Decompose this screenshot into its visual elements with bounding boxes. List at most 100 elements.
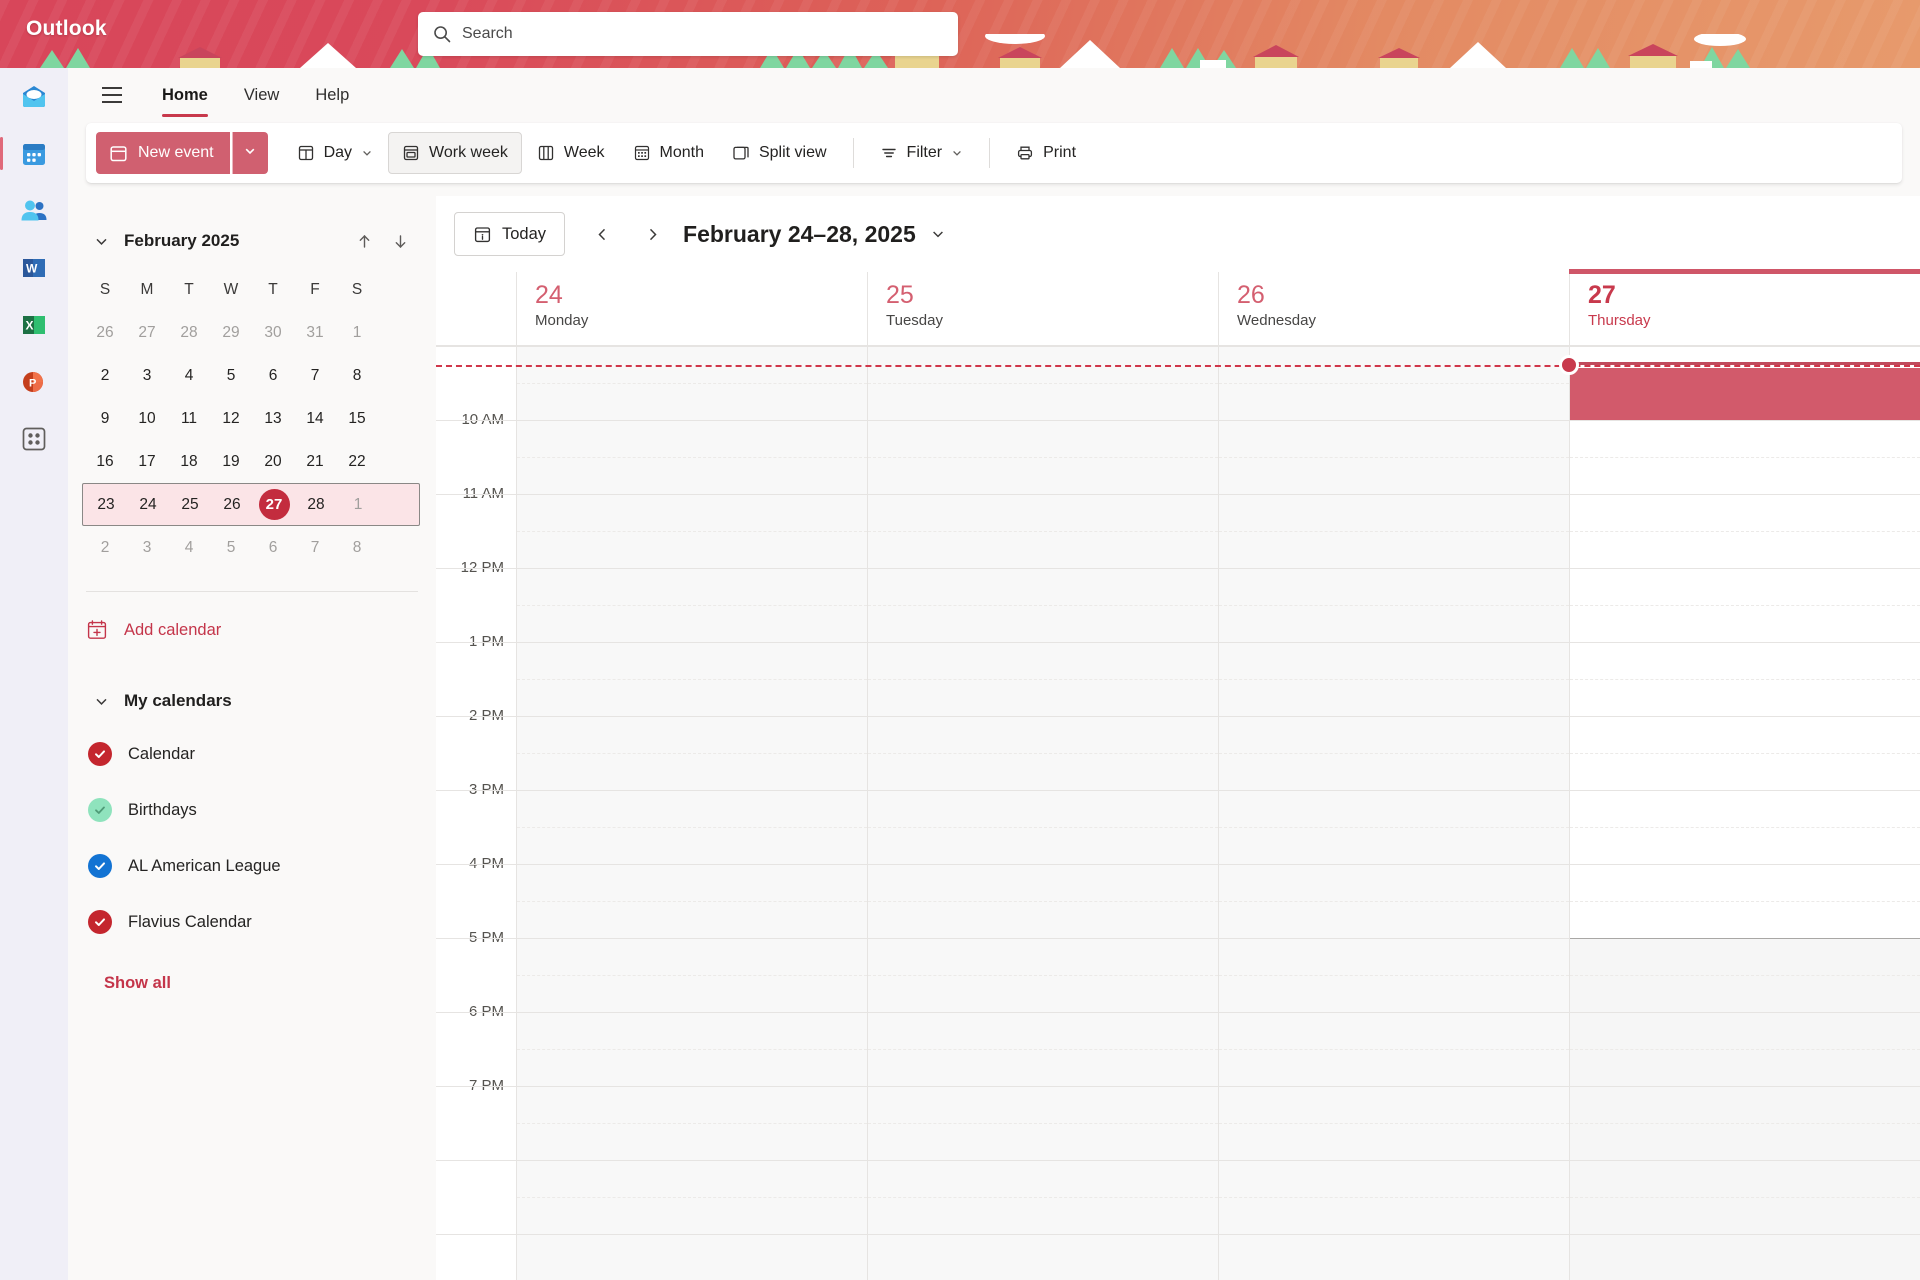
calendar-checkbox[interactable] [88, 910, 112, 934]
mini-day[interactable]: 1 [336, 311, 378, 354]
mini-day[interactable]: 7 [294, 354, 336, 397]
mini-day[interactable]: 14 [294, 397, 336, 440]
mini-day[interactable]: 21 [294, 440, 336, 483]
day-header-thursday[interactable]: 27 Thursday [1569, 269, 1920, 345]
previous-period-button[interactable] [581, 213, 623, 255]
dow-thu: T [268, 280, 278, 298]
tab-view[interactable]: View [226, 72, 297, 118]
calendar-list-item[interactable]: Flavius Calendar [86, 894, 418, 950]
mini-day[interactable]: 29 [210, 311, 252, 354]
view-week-button[interactable]: Week [524, 132, 618, 174]
mini-day[interactable]: 28 [168, 311, 210, 354]
mini-day[interactable]: 31 [294, 311, 336, 354]
chevron-down-icon[interactable] [86, 233, 116, 250]
dow-sun: S [99, 280, 111, 298]
mini-calendar-dow-row: S M T W T F S [84, 268, 420, 311]
date-range-label[interactable]: February 24–28, 2025 [683, 221, 916, 248]
add-calendar-button[interactable]: Add calendar [86, 606, 418, 654]
day-header-wednesday[interactable]: 26 Wednesday [1218, 272, 1569, 345]
rail-item-mail[interactable] [0, 68, 68, 125]
calendar-time-grid[interactable]: 9 AM 10 AM 11 AM 12 PM 1 PM 2 PM 3 PM 4 … [436, 346, 1920, 1280]
split-view-button[interactable]: Split view [719, 132, 840, 174]
next-period-button[interactable] [631, 213, 673, 255]
mini-day[interactable]: 25 [169, 484, 211, 525]
mini-day[interactable]: 8 [336, 526, 378, 569]
mini-day[interactable]: 6 [252, 354, 294, 397]
day-header-tuesday[interactable]: 25 Tuesday [867, 272, 1218, 345]
rail-item-apps[interactable] [0, 410, 68, 467]
mini-calendar-title[interactable]: February 2025 [116, 231, 346, 251]
mini-day[interactable]: 16 [84, 440, 126, 483]
mini-day[interactable]: 12 [210, 397, 252, 440]
mini-day[interactable]: 11 [168, 397, 210, 440]
today-button[interactable]: Today [454, 212, 566, 256]
mini-day[interactable]: 27 [126, 311, 168, 354]
arrow-down-icon[interactable] [382, 232, 418, 251]
calendar-checkbox[interactable] [88, 854, 112, 878]
hamburger-menu-icon[interactable] [90, 75, 134, 115]
add-calendar-label: Add calendar [124, 620, 222, 639]
tab-home[interactable]: Home [144, 72, 226, 118]
mini-day[interactable]: 1 [337, 484, 379, 525]
search-input[interactable]: Search [462, 25, 513, 43]
mini-day[interactable]: 13 [252, 397, 294, 440]
show-all-button[interactable]: Show all [104, 974, 418, 993]
mini-day[interactable]: 4 [168, 526, 210, 569]
new-event-dropdown-button[interactable] [231, 132, 268, 174]
mini-day[interactable]: 15 [336, 397, 378, 440]
mini-day[interactable]: 3 [126, 354, 168, 397]
mini-day[interactable]: 18 [168, 440, 210, 483]
my-calendars-group-header[interactable]: My calendars [86, 676, 418, 726]
view-day-button[interactable]: Day [284, 132, 386, 174]
mini-day[interactable]: 19 [210, 440, 252, 483]
mini-day[interactable]: 7 [294, 526, 336, 569]
filter-button[interactable]: Filter [867, 132, 977, 174]
mini-day[interactable]: 4 [168, 354, 210, 397]
new-event-button[interactable]: New event [96, 132, 230, 174]
mini-day[interactable]: 28 [295, 484, 337, 525]
mini-day[interactable]: 20 [252, 440, 294, 483]
mini-day[interactable]: 9 [84, 397, 126, 440]
calendar-event-block[interactable] [1570, 368, 1920, 420]
mini-day[interactable]: 26 [84, 311, 126, 354]
calendar-checkbox[interactable] [88, 798, 112, 822]
search-box[interactable]: Search [418, 12, 958, 56]
mini-day[interactable]: 23 [85, 484, 127, 525]
arrow-up-icon[interactable] [346, 232, 382, 251]
mini-day[interactable]: 24 [127, 484, 169, 525]
calendar-checkbox[interactable] [88, 742, 112, 766]
mini-day[interactable]: 6 [252, 526, 294, 569]
mini-day[interactable]: 26 [211, 484, 253, 525]
mini-day[interactable]: 8 [336, 354, 378, 397]
rail-item-people[interactable] [0, 182, 68, 239]
calendar-list-item[interactable]: Birthdays [86, 782, 418, 838]
mini-day[interactable]: 2 [84, 526, 126, 569]
mini-day[interactable]: 10 [126, 397, 168, 440]
rail-item-calendar[interactable] [0, 125, 68, 182]
mini-day[interactable]: 30 [252, 311, 294, 354]
rail-item-powerpoint[interactable]: P [0, 353, 68, 410]
view-month-button[interactable]: Month [620, 132, 717, 174]
day-column-wednesday[interactable] [1218, 346, 1569, 1280]
print-button[interactable]: Print [1003, 132, 1089, 174]
day-header-monday[interactable]: 24 Monday [516, 272, 867, 345]
mini-calendar-week: 26 27 28 29 30 31 1 [84, 311, 420, 354]
view-work-week-button[interactable]: Work week [388, 132, 522, 174]
mini-day[interactable]: 5 [210, 526, 252, 569]
day-column-tuesday[interactable] [867, 346, 1218, 1280]
calendar-list-item[interactable]: AL American League [86, 838, 418, 894]
day-column-monday[interactable] [516, 346, 867, 1280]
mini-day-today[interactable]: 27 [253, 484, 295, 525]
day-column-thursday[interactable] [1569, 346, 1920, 1280]
rail-item-excel[interactable]: X [0, 296, 68, 353]
mini-day[interactable]: 3 [126, 526, 168, 569]
mini-day[interactable]: 17 [126, 440, 168, 483]
mini-day[interactable]: 2 [84, 354, 126, 397]
app-rail: W X P [0, 68, 68, 1280]
rail-item-word[interactable]: W [0, 239, 68, 296]
date-range-dropdown-button[interactable] [930, 226, 946, 242]
calendar-list-item[interactable]: Calendar [86, 726, 418, 782]
mini-day[interactable]: 5 [210, 354, 252, 397]
tab-help[interactable]: Help [297, 72, 367, 118]
mini-day[interactable]: 22 [336, 440, 378, 483]
